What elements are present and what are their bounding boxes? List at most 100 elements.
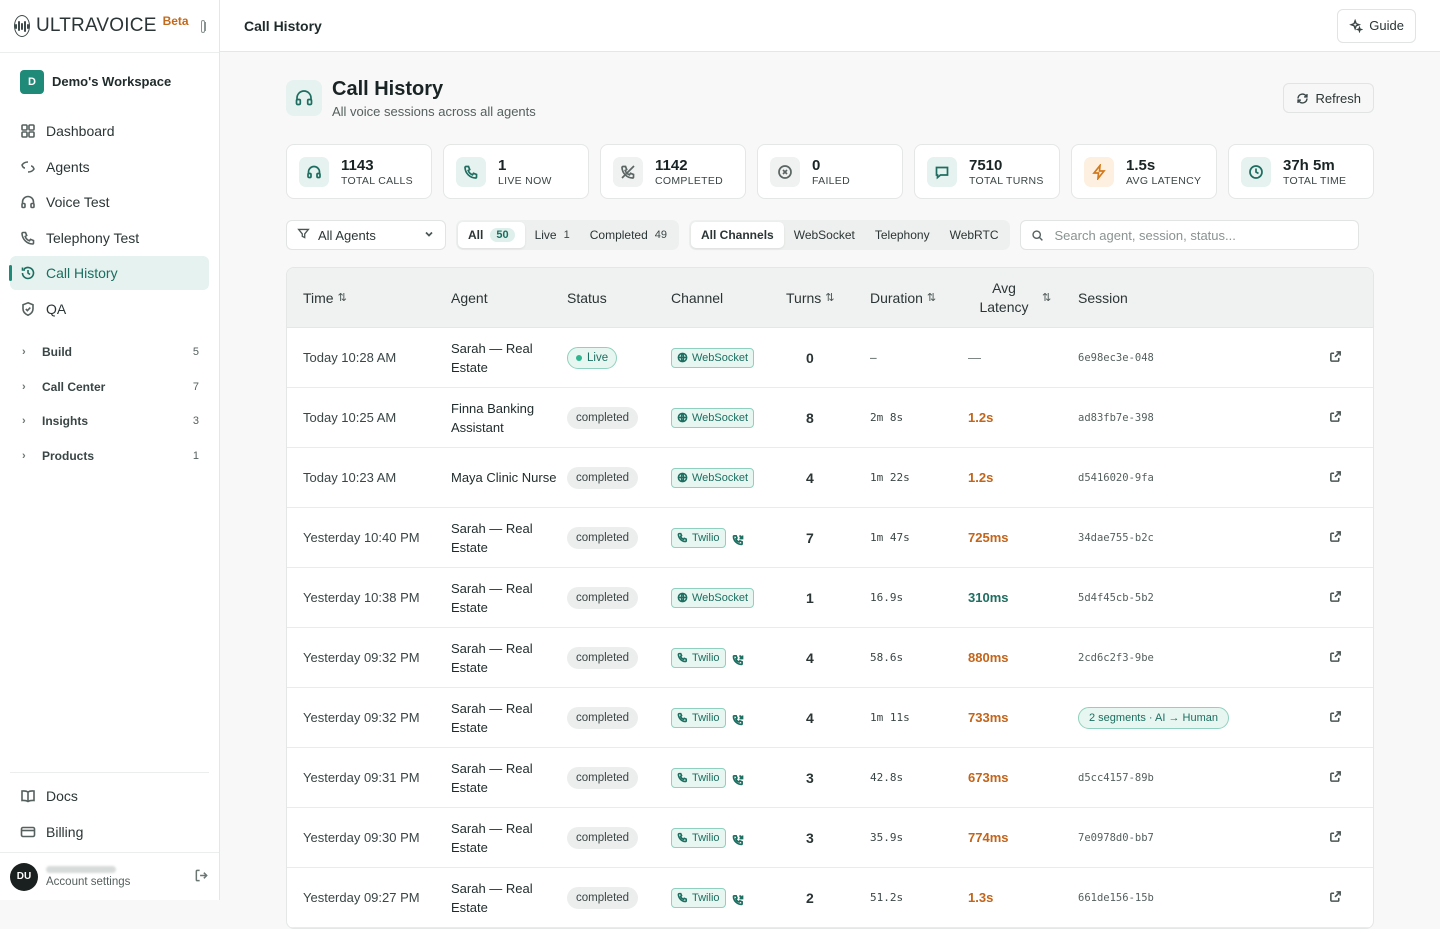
sidebar-item-call-history[interactable]: Call History xyxy=(9,256,209,290)
channel-cell: WebSocket xyxy=(671,407,786,428)
workspace-switcher[interactable]: D Demo's Workspace xyxy=(0,52,219,110)
sidebar-item-label: Dashboard xyxy=(46,123,115,139)
table-body: Today 10:28 AM Sarah — Real Estate Live Web… xyxy=(287,328,1373,928)
avg-latency: 1.3s xyxy=(968,890,994,905)
call-history-table: Time ⇅ Agent Status Channel Turns ⇅ Durati… xyxy=(286,267,1374,929)
table-row[interactable]: Today 10:25 AM Finna Banking Assistant com… xyxy=(287,388,1373,448)
session-id: 2cd6c2f3-9be xyxy=(1078,651,1154,664)
segments-badge[interactable]: 2 segments · AI → Human xyxy=(1078,706,1229,729)
channel-badge: Twilio xyxy=(671,707,726,728)
table-row[interactable]: Yesterday 09:32 PM Sarah — Real Estate com… xyxy=(287,628,1373,688)
logout-icon[interactable] xyxy=(194,868,209,886)
stat-label: TOTAL CALLS xyxy=(341,174,413,187)
column-avg-latency[interactable]: Avg Latency ⇅ xyxy=(968,279,1078,317)
open-external-icon[interactable] xyxy=(1329,590,1373,606)
headphones-icon xyxy=(299,156,329,187)
open-external-icon[interactable] xyxy=(1329,530,1373,546)
tab-telephony[interactable]: Telephony xyxy=(865,222,940,248)
tab-label: Completed xyxy=(589,228,648,242)
sidebar: ULTRAVOICE Beta D Demo's Workspace Dashb… xyxy=(0,0,220,900)
sidebar-item-voice-test[interactable]: Voice Test xyxy=(10,185,209,219)
open-external-icon[interactable] xyxy=(1329,410,1373,426)
tab-live[interactable]: Live 1 xyxy=(525,222,580,248)
session-id: 7e0978d0-bb7 xyxy=(1078,831,1154,844)
tab-completed[interactable]: Completed 49 xyxy=(580,222,677,248)
stat-total-time: 37h 5m TOTAL TIME xyxy=(1228,144,1374,199)
tab-all[interactable]: All 50 xyxy=(458,222,525,248)
group-call-center[interactable]: › Call Center 7 xyxy=(10,370,209,405)
group-label: Call Center xyxy=(42,379,106,394)
call-duration: 42.8s xyxy=(870,771,904,784)
sidebar-item-docs[interactable]: Docs xyxy=(10,779,209,813)
open-external-icon[interactable] xyxy=(1329,350,1373,366)
table-row[interactable]: Yesterday 10:40 PM Sarah — Real Estate com… xyxy=(287,508,1373,568)
sidebar-item-qa[interactable]: QA xyxy=(10,292,209,326)
sidebar-collapse-icon[interactable] xyxy=(200,19,207,33)
group-insights[interactable]: › Insights 3 xyxy=(10,404,209,439)
table-row[interactable]: Yesterday 09:32 PM Sarah — Real Estate com… xyxy=(287,688,1373,748)
sidebar-item-billing[interactable]: Billing xyxy=(10,815,209,849)
avg-latency: 880ms xyxy=(968,650,1009,665)
column-time[interactable]: Time ⇅ xyxy=(287,290,451,306)
call-duration: – xyxy=(870,351,877,364)
table-row[interactable]: Today 10:28 AM Sarah — Real Estate Live Web… xyxy=(287,328,1373,388)
channel-text: WebSocket xyxy=(692,411,749,424)
sidebar-item-label: Billing xyxy=(46,823,84,840)
table-row[interactable]: Yesterday 09:27 PM Sarah — Real Estate com… xyxy=(287,868,1373,928)
sidebar-item-label: Call History xyxy=(46,265,118,281)
group-products[interactable]: › Products 1 xyxy=(10,439,209,474)
session-cell: 2cd6c2f3-9be xyxy=(1078,652,1329,664)
account-row[interactable]: DU Account settings xyxy=(0,852,219,900)
call-duration: 35.9s xyxy=(870,831,904,844)
table-row[interactable]: Yesterday 09:31 PM Sarah — Real Estate com… xyxy=(287,748,1373,808)
group-label: Build xyxy=(42,345,72,360)
open-external-icon[interactable] xyxy=(1329,650,1373,666)
sidebar-item-agents[interactable]: Agents xyxy=(10,150,209,184)
group-build[interactable]: › Build 5 xyxy=(10,335,209,370)
call-time: Yesterday 10:38 PM xyxy=(303,590,420,605)
guide-button[interactable]: Guide xyxy=(1337,8,1416,43)
status-cell: completed xyxy=(567,766,671,789)
sidebar-item-label: QA xyxy=(46,300,67,317)
refresh-button[interactable]: Refresh xyxy=(1283,83,1374,113)
table-row[interactable]: Yesterday 09:30 PM Sarah — Real Estate com… xyxy=(287,808,1373,868)
status-badge: completed xyxy=(567,526,639,549)
column-duration[interactable]: Duration ⇅ xyxy=(870,290,968,306)
sidebar-item-dashboard[interactable]: Dashboard xyxy=(10,114,209,148)
phone-off-icon xyxy=(613,156,643,187)
session-cell: d5cc4157-89b xyxy=(1078,772,1329,784)
channel-tabs: All Channels WebSocket Telephony WebRTC xyxy=(689,220,1011,250)
tab-all-channels[interactable]: All Channels xyxy=(691,222,784,248)
table-row[interactable]: Yesterday 10:38 PM Sarah — Real Estate com… xyxy=(287,568,1373,628)
tab-webrtc[interactable]: WebRTC xyxy=(940,222,1009,248)
stat-label: AVG LATENCY xyxy=(1126,174,1202,187)
table-row[interactable]: Today 10:23 AM Maya Clinic Nurse completed… xyxy=(287,448,1373,508)
brand: ULTRAVOICE Beta xyxy=(0,0,219,52)
search-input[interactable] xyxy=(1054,227,1349,243)
sidebar-item-telephony-test[interactable]: Telephony Test xyxy=(10,221,209,255)
open-external-icon[interactable] xyxy=(1329,470,1373,486)
open-external-icon[interactable] xyxy=(1329,710,1373,726)
open-external-icon[interactable] xyxy=(1329,830,1373,846)
open-external-icon[interactable] xyxy=(1329,770,1373,786)
call-time: Yesterday 09:32 PM xyxy=(303,710,420,725)
status-badge: completed xyxy=(567,766,639,789)
stat-live-now: 1 LIVE NOW xyxy=(443,144,589,199)
workspace-name: Demo's Workspace xyxy=(52,74,172,89)
tab-websocket[interactable]: WebSocket xyxy=(784,222,865,248)
headphones-icon xyxy=(20,194,36,210)
turns-count: 3 xyxy=(806,829,814,846)
status-cell: completed xyxy=(567,526,671,549)
open-external-icon[interactable] xyxy=(1329,890,1373,906)
x-circle-icon xyxy=(770,156,800,187)
phone-icon xyxy=(677,892,692,903)
channel-cell: Twilio xyxy=(671,887,786,908)
sort-icon: ⇅ xyxy=(825,292,835,304)
agent-filter-select[interactable]: All Agents xyxy=(286,220,446,250)
column-turns[interactable]: Turns ⇅ xyxy=(786,290,870,306)
channel-cell: Twilio xyxy=(671,827,786,848)
refresh-label: Refresh xyxy=(1315,90,1361,106)
guide-label: Guide xyxy=(1369,18,1404,33)
avg-latency: 1.2s xyxy=(968,470,994,485)
turns-count: 0 xyxy=(806,349,814,366)
